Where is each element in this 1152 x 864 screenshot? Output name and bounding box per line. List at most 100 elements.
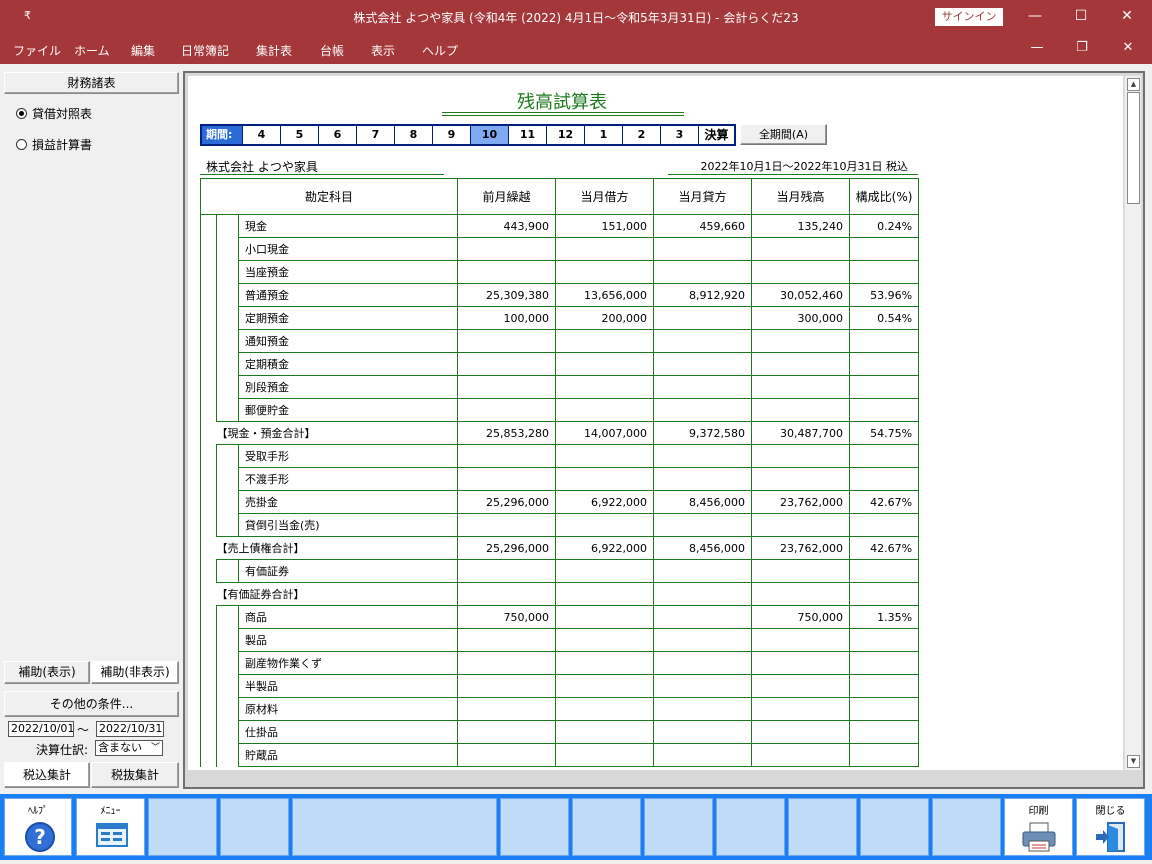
doc-close-button[interactable]: ✕ [1113, 40, 1143, 55]
signin-button[interactable]: サインイン [935, 8, 1003, 26]
date-from-input[interactable]: 2022/10/01 [8, 721, 74, 737]
table-subtotal-row[interactable]: 【現金・預金合計】 25,853,280 14,007,000 9,372,580 30… [200, 421, 920, 445]
table-row[interactable]: 別段預金 [200, 375, 920, 399]
date-to-input[interactable]: 2022/10/31 [96, 721, 164, 737]
table-subtotal-row[interactable]: 【有価証券合計】 [200, 582, 920, 606]
month-button-6[interactable]: 6 [318, 126, 356, 144]
close-window-button[interactable]: ✕ [1104, 0, 1150, 34]
cell-credit [653, 651, 753, 675]
table-row[interactable]: 定期積金 [200, 352, 920, 376]
tab-tax-inclusive[interactable]: 税込集計 [4, 762, 90, 788]
financial-statements-header[interactable]: 財務諸表 [4, 72, 179, 94]
radio-income-statement[interactable]: 損益計算書 [16, 136, 92, 153]
table-row[interactable]: 売掛金 25,296,000 6,922,000 8,456,000 23,762,00… [200, 490, 920, 514]
month-button-11[interactable]: 11 [508, 126, 546, 144]
table-row[interactable]: 普通預金 25,309,380 13,656,000 8,912,920 30,052,… [200, 283, 920, 307]
table-row[interactable]: 当座預金 [200, 260, 920, 284]
fkey-slot[interactable] [860, 798, 929, 856]
month-button-7[interactable]: 7 [356, 126, 394, 144]
menu-ledger[interactable]: 台帳 [320, 42, 344, 59]
tab-tax-exclusive[interactable]: 税抜集計 [91, 762, 179, 788]
period-kessan[interactable]: 決算 [698, 126, 734, 144]
print-button[interactable]: 印刷 [1004, 798, 1073, 856]
cell-debit [555, 628, 655, 652]
month-button-9[interactable]: 9 [432, 126, 470, 144]
all-period-button[interactable]: 全期間(A) [740, 124, 827, 145]
fkey-slot[interactable] [644, 798, 713, 856]
table-row[interactable]: 有価証券 [200, 559, 920, 583]
table-row[interactable]: 貸倒引当金(売) [200, 513, 920, 537]
fkey-slot[interactable] [932, 798, 1001, 856]
month-button-1[interactable]: 1 [584, 126, 622, 144]
menu-help[interactable]: ヘルプ [422, 42, 458, 59]
fkey-slot[interactable] [572, 798, 641, 856]
indent-cell [216, 743, 239, 767]
menu-view[interactable]: 表示 [371, 42, 395, 59]
cell-debit [555, 743, 655, 767]
table-row[interactable]: 受取手形 [200, 444, 920, 468]
indent-cell [200, 398, 217, 422]
cell-credit [653, 237, 753, 261]
fkey-slot[interactable] [788, 798, 857, 856]
fkey-slot[interactable] [716, 798, 785, 856]
month-button-3[interactable]: 3 [660, 126, 698, 144]
doc-restore-button[interactable]: ❐ [1067, 40, 1097, 55]
cell-debit [555, 720, 655, 744]
vertical-scrollbar[interactable]: ▲ ▼ [1124, 76, 1141, 770]
table-row[interactable]: 貯蔵品 [200, 743, 920, 767]
table-subtotal-row[interactable]: 【売上債権合計】 25,296,000 6,922,000 8,456,000 23,7… [200, 536, 920, 560]
menu-file[interactable]: ファイル [13, 42, 61, 59]
menu-summary[interactable]: 集計表 [256, 42, 292, 59]
scroll-thumb[interactable] [1127, 92, 1140, 204]
month-button-2[interactable]: 2 [622, 126, 660, 144]
indent-cell [216, 237, 239, 261]
table-row[interactable]: 不渡手形 [200, 467, 920, 491]
cell-balance: 23,762,000 [751, 536, 851, 560]
settlement-select[interactable]: 含まない ﹀ [95, 740, 163, 756]
minimize-button[interactable]: — [1012, 0, 1058, 34]
scroll-down-icon[interactable]: ▼ [1127, 755, 1140, 768]
indent-cell [200, 214, 217, 238]
other-conditions-button[interactable]: その他の条件... [4, 691, 179, 717]
radio-balance-sheet[interactable]: 貸借対照表 [16, 105, 92, 122]
fkey-slot[interactable] [220, 798, 289, 856]
table-row[interactable]: 定期預金 100,000 200,000 300,000 0.54% [200, 306, 920, 330]
month-button-4[interactable]: 4 [242, 126, 280, 144]
menu-daily-bookkeeping[interactable]: 日常簿記 [181, 42, 229, 59]
tab-auxiliary-hide[interactable]: 補助(非表示) [91, 661, 179, 684]
account-name: 仕掛品 [237, 720, 459, 744]
table-row[interactable]: 郵便貯金 [200, 398, 920, 422]
cell-prev [457, 582, 557, 606]
cell-credit [653, 444, 753, 468]
fkey-slot[interactable] [500, 798, 569, 856]
menu-button[interactable]: ﾒﾆｭｰ [76, 798, 145, 856]
table-row[interactable]: 副産物作業くず [200, 651, 920, 675]
scroll-up-icon[interactable]: ▲ [1127, 78, 1140, 91]
fkey-slot[interactable] [148, 798, 217, 856]
month-button-12[interactable]: 12 [546, 126, 584, 144]
doc-minimize-button[interactable]: — [1022, 40, 1052, 55]
close-button[interactable]: 閉じる [1076, 798, 1145, 856]
table-row[interactable]: 仕掛品 [200, 720, 920, 744]
cell-prev [457, 398, 557, 422]
maximize-button[interactable]: ☐ [1058, 0, 1104, 34]
table-row[interactable]: 製品 [200, 628, 920, 652]
menu-edit[interactable]: 編集 [131, 42, 155, 59]
date-separator: ～ [77, 723, 90, 737]
table-row[interactable]: 通知預金 [200, 329, 920, 353]
tab-auxiliary-show[interactable]: 補助(表示) [4, 661, 90, 684]
help-button[interactable]: ﾍﾙﾌﾟ ? [4, 798, 72, 856]
table-row[interactable]: 小口現金 [200, 237, 920, 261]
cell-prev: 443,900 [457, 214, 557, 238]
month-button-8[interactable]: 8 [394, 126, 432, 144]
indent-cell [216, 697, 239, 721]
account-name: 有価証券 [237, 559, 459, 583]
month-button-10[interactable]: 10 [470, 126, 508, 144]
month-button-5[interactable]: 5 [280, 126, 318, 144]
fkey-slot[interactable] [292, 798, 497, 856]
table-row[interactable]: 原材料 [200, 697, 920, 721]
table-row[interactable]: 半製品 [200, 674, 920, 698]
table-row[interactable]: 現金 443,900 151,000 459,660 135,240 0.24% [200, 214, 920, 238]
table-row[interactable]: 商品 750,000 750,000 1.35% [200, 605, 920, 629]
menu-home[interactable]: ホーム [74, 42, 110, 59]
